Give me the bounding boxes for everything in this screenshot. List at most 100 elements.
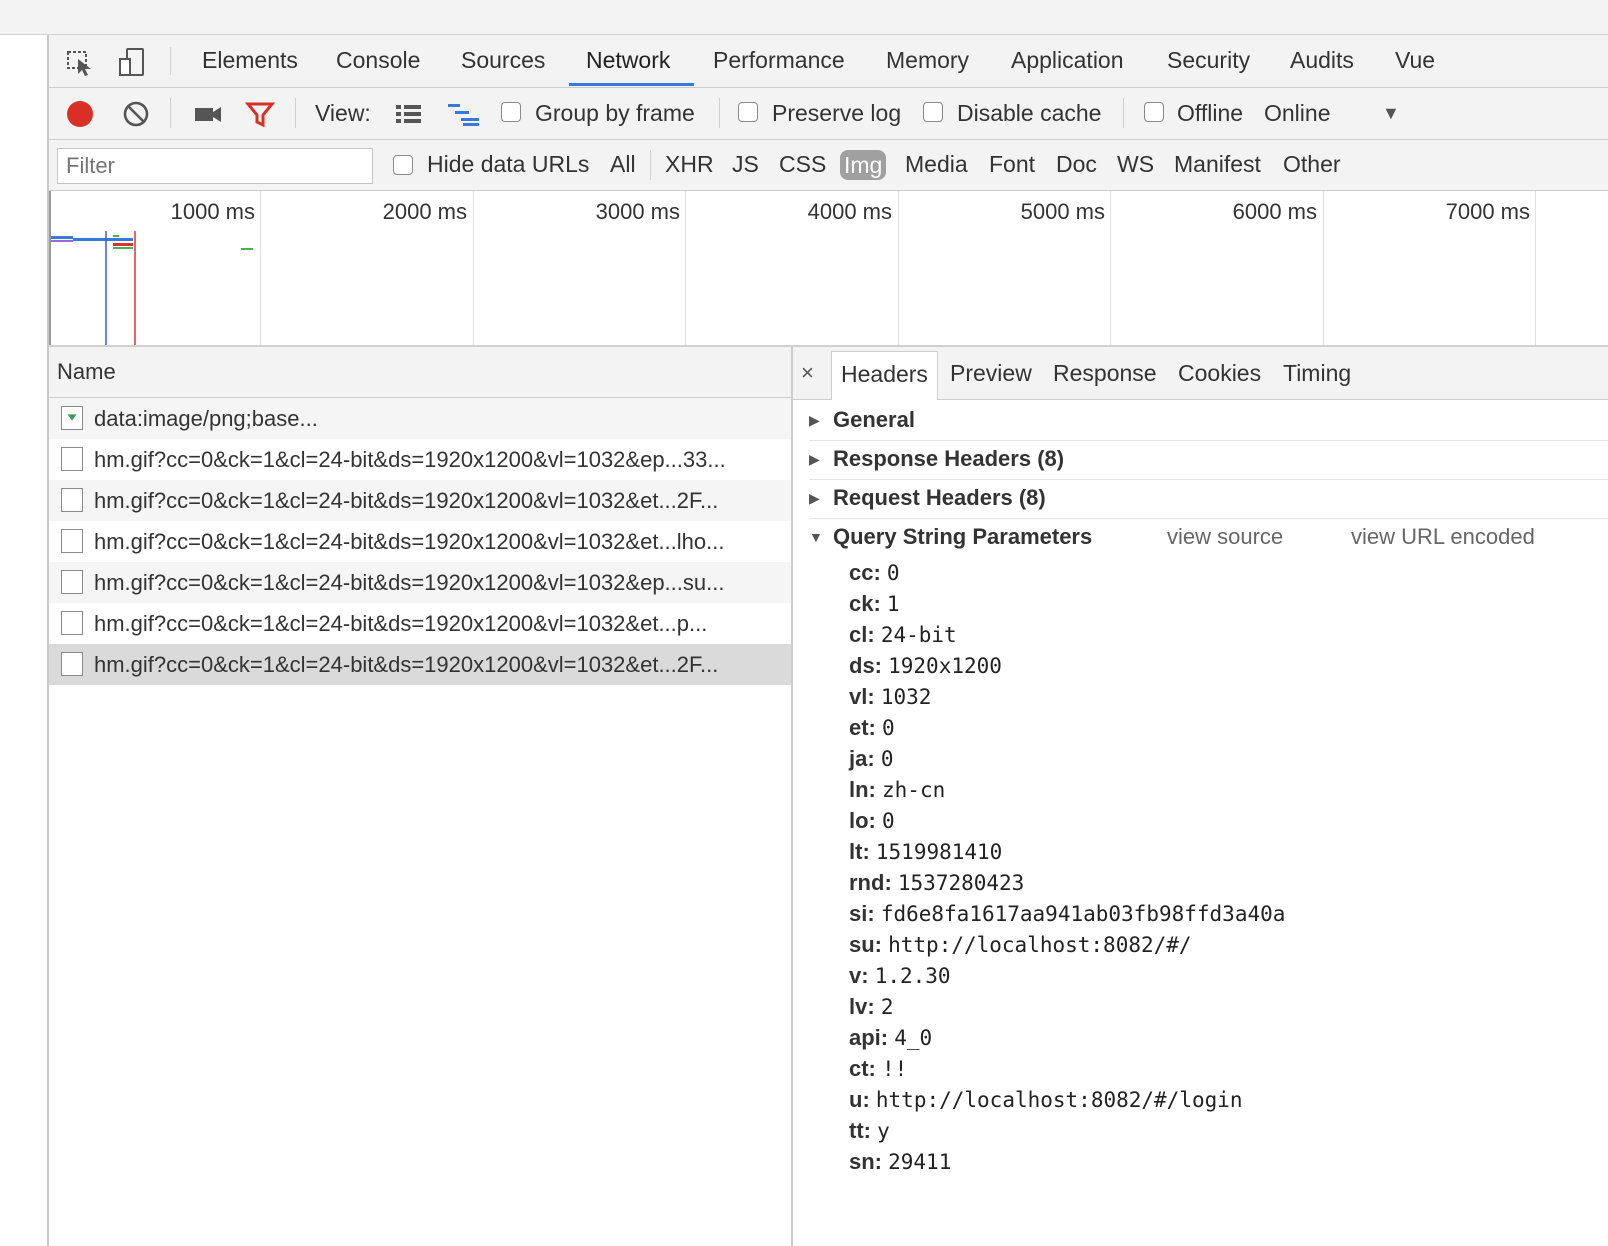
toolbar-separator [170, 98, 171, 128]
param-value: fd6e8fa1617aa941ab03fb98ffd3a40a [880, 902, 1286, 926]
detail-tab-response[interactable]: Response [1053, 347, 1157, 399]
section-title: General [833, 407, 915, 432]
filter-type-doc[interactable]: Doc [1056, 140, 1097, 190]
devtools-panel: Elements Console Sources Network Perform… [49, 35, 1608, 1246]
offline-checkbox[interactable] [1144, 102, 1164, 122]
request-name: hm.gif?cc=0&ck=1&cl=24-bit&ds=1920x1200&… [94, 611, 708, 636]
param-value: 0 [882, 716, 895, 740]
record-icon[interactable] [65, 99, 95, 129]
request-row[interactable]: data:image/png;base... [49, 398, 791, 439]
param-value: 1032 [880, 685, 932, 709]
tab-vue[interactable]: Vue [1393, 35, 1437, 87]
filter-type-media[interactable]: Media [905, 140, 968, 190]
filter-type-all[interactable]: All [610, 140, 636, 190]
param-key: ct: [849, 1056, 876, 1081]
detail-tab-preview[interactable]: Preview [950, 347, 1032, 399]
response-headers-section[interactable]: ▶ Response Headers (8) [809, 440, 1608, 480]
tab-audits[interactable]: Audits [1288, 35, 1356, 87]
overview-tick-label: 3000 ms [595, 199, 680, 224]
group-by-frame-checkbox[interactable] [501, 102, 521, 122]
detail-tab-timing[interactable]: Timing [1283, 347, 1351, 399]
request-headers-section[interactable]: ▶ Request Headers (8) [809, 479, 1608, 519]
param-key: et: [849, 715, 876, 740]
network-toolbar: View: Group by frame Preserve log Disabl… [49, 88, 1608, 140]
param-key: ds: [849, 653, 882, 678]
tab-memory[interactable]: Memory [884, 35, 971, 87]
tab-application[interactable]: Application [1009, 35, 1126, 87]
large-rows-icon[interactable] [394, 101, 424, 127]
query-param: lv: 2 [849, 991, 893, 1022]
param-value: http://localhost:8082/#/login [875, 1088, 1243, 1112]
request-row[interactable]: hm.gif?cc=0&ck=1&cl=24-bit&ds=1920x1200&… [49, 521, 791, 562]
preserve-log-checkbox[interactable] [738, 102, 758, 122]
section-title: Query String Parameters [833, 524, 1093, 549]
query-param: ck: 1 [849, 588, 900, 619]
hide-data-urls-label: Hide data URLs [427, 151, 590, 177]
detail-tab-bar: × Headers Preview Response Cookies Timin… [793, 347, 1608, 400]
param-value: !! [882, 1057, 908, 1081]
filter-type-manifest[interactable]: Manifest [1174, 140, 1261, 190]
preserve-log-label: Preserve log [772, 100, 902, 126]
request-name: data:image/png;base... [94, 406, 318, 431]
query-param: su: http://localhost:8082/#/ [849, 929, 1192, 960]
name-column-header[interactable]: Name [49, 347, 791, 398]
overview-tick-label: 5000 ms [1020, 199, 1105, 224]
request-row[interactable]: hm.gif?cc=0&ck=1&cl=24-bit&ds=1920x1200&… [49, 562, 791, 603]
filter-type-font[interactable]: Font [989, 140, 1035, 190]
tab-network[interactable]: Network [584, 35, 672, 87]
tab-security[interactable]: Security [1165, 35, 1252, 87]
filter-funnel-icon[interactable] [245, 99, 275, 129]
overview-gridline [685, 191, 686, 345]
close-icon[interactable]: × [801, 347, 814, 399]
waterfall-overview-icon[interactable] [447, 101, 481, 127]
query-param: sn: 29411 [849, 1146, 951, 1177]
param-key: lt: [849, 839, 870, 864]
overview-gridline [473, 191, 474, 345]
request-row[interactable]: hm.gif?cc=0&ck=1&cl=24-bit&ds=1920x1200&… [49, 603, 791, 644]
param-value: 0 [880, 747, 894, 771]
param-key: ck: [849, 591, 881, 616]
general-section[interactable]: ▶ General [809, 401, 1608, 441]
network-overview[interactable]: 1000 ms 2000 ms 3000 ms 4000 ms 5000 ms … [49, 191, 1608, 347]
detail-tab-headers[interactable]: Headers [831, 351, 938, 400]
view-source-link[interactable]: view source [1167, 518, 1283, 556]
filter-type-js[interactable]: JS [732, 140, 759, 190]
tab-performance[interactable]: Performance [711, 35, 847, 87]
query-string-section[interactable]: ▼ Query String Parameters view source vi… [809, 518, 1608, 557]
requests-list: Name data:image/png;base... hm.gif?cc=0&… [49, 347, 793, 1246]
tab-sources[interactable]: Sources [459, 35, 547, 87]
tab-elements[interactable]: Elements [200, 35, 300, 87]
param-key: vl: [849, 684, 875, 709]
filter-input[interactable] [57, 148, 373, 184]
file-icon [61, 488, 83, 512]
offline-label: Offline [1177, 100, 1244, 126]
hide-data-urls-checkbox[interactable] [393, 155, 413, 175]
detail-tab-cookies[interactable]: Cookies [1178, 347, 1261, 399]
param-value: 0 [886, 561, 900, 585]
device-toolbar-icon[interactable] [117, 47, 147, 77]
tab-console[interactable]: Console [334, 35, 422, 87]
group-by-frame-label: Group by frame [535, 100, 695, 126]
screenshot-camera-icon[interactable] [193, 101, 223, 127]
request-row-selected[interactable]: hm.gif?cc=0&ck=1&cl=24-bit&ds=1920x1200&… [49, 644, 791, 685]
file-icon [61, 447, 83, 471]
window-top-strip [0, 0, 1608, 35]
clear-icon[interactable] [121, 99, 151, 129]
filter-type-ws[interactable]: WS [1117, 140, 1154, 190]
view-url-encoded-link[interactable]: view URL encoded [1351, 518, 1535, 556]
overview-tick-label: 6000 ms [1232, 199, 1317, 224]
disable-cache-checkbox[interactable] [923, 102, 943, 122]
throttling-dropdown-icon[interactable]: ▼ [1382, 88, 1400, 139]
request-row[interactable]: hm.gif?cc=0&ck=1&cl=24-bit&ds=1920x1200&… [49, 480, 791, 521]
filter-type-img[interactable]: Img [840, 150, 887, 180]
param-value: http://localhost:8082/#/ [888, 933, 1192, 957]
param-key: u: [849, 1087, 870, 1112]
inspect-element-icon[interactable] [65, 47, 95, 77]
filter-type-other[interactable]: Other [1283, 140, 1341, 190]
param-key: si: [849, 901, 875, 926]
request-row[interactable]: hm.gif?cc=0&ck=1&cl=24-bit&ds=1920x1200&… [49, 439, 791, 480]
param-key: ln: [849, 777, 876, 802]
filter-type-css[interactable]: CSS [779, 140, 826, 190]
throttling-select[interactable]: Online [1264, 88, 1330, 139]
filter-type-xhr[interactable]: XHR [665, 140, 714, 190]
